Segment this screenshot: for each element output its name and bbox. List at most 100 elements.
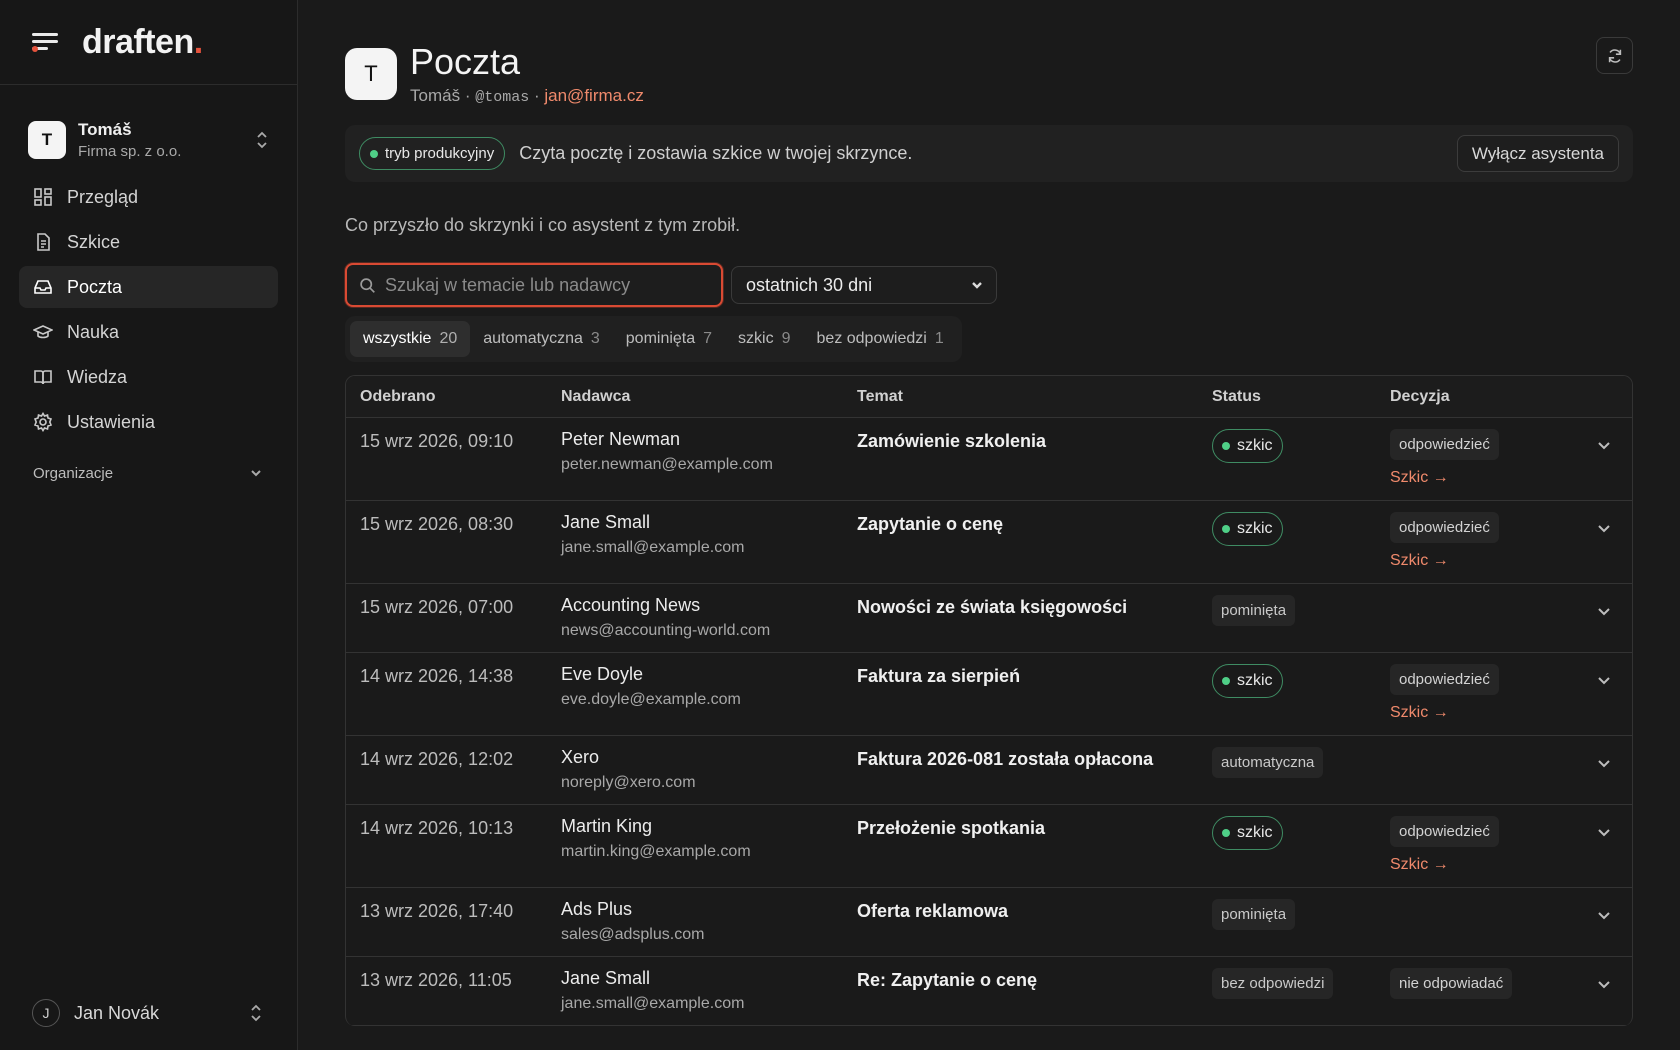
mail-table: Odebrano Nadawca Temat Status Decyzja 15…	[345, 375, 1633, 1026]
search-icon	[360, 277, 375, 293]
disable-assistant-button[interactable]: Wyłącz asystenta	[1456, 135, 1619, 172]
decision-badge: odpowiedzieć	[1390, 429, 1499, 460]
period-value: ostatnich 30 dni	[746, 274, 873, 295]
page-title: Poczta	[410, 41, 521, 82]
table-row[interactable]: 15 wrz 2026, 09:10 Peter Newman peter.ne…	[346, 418, 1632, 501]
subject: Oferta reklamowa	[857, 901, 1009, 921]
tab-automatyczna[interactable]: automatyczna 3	[470, 321, 613, 357]
tab-wszystkie[interactable]: wszystkie 20	[350, 321, 471, 357]
status-badge: pominięta	[1212, 899, 1296, 930]
refresh-icon	[1608, 48, 1621, 63]
table-row[interactable]: 13 wrz 2026, 17:40 Ads Plus sales@adsplu…	[346, 888, 1632, 957]
search-input[interactable]	[385, 274, 709, 296]
status-badge: szkic	[1212, 816, 1283, 850]
sidebar-item-label: Ustawienia	[67, 411, 156, 432]
chevron-down-icon[interactable]	[1596, 603, 1612, 619]
sidebar-item-nauka[interactable]: Nauka	[19, 311, 278, 353]
chevron-down-icon[interactable]	[1596, 437, 1612, 453]
sender-name: Ads Plus	[561, 899, 633, 919]
filters-bar: ostatnich 30 dni	[345, 263, 1633, 307]
received-date: 15 wrz 2026, 09:10	[360, 431, 514, 451]
status-badge: bez odpowiedzi	[1212, 968, 1334, 999]
table-header: Odebrano Nadawca Temat Status Decyzja	[346, 376, 1632, 418]
status-tabs: wszystkie 20 automatyczna 3 pominięta 7 szk…	[345, 316, 962, 362]
chevron-down-icon[interactable]	[1596, 976, 1612, 992]
received-date: 14 wrz 2026, 12:02	[360, 749, 514, 769]
sender-email: eve.doyle@example.com	[561, 691, 741, 708]
account-line: Tomáš · @tomas · jan@firma.cz	[410, 86, 644, 106]
logo[interactable]: draften.	[82, 23, 203, 62]
table-row[interactable]: 15 wrz 2026, 08:30 Jane Small jane.small…	[346, 501, 1632, 584]
draft-link[interactable]: Szkic →	[1390, 469, 1590, 487]
column-header-status[interactable]: Status	[1212, 388, 1390, 406]
chevron-down-icon[interactable]	[1596, 520, 1612, 536]
page-header: T Poczta Tomáš · @tomas · jan@firma.cz	[345, 42, 1633, 106]
column-header-received[interactable]: Odebrano	[346, 388, 561, 406]
decision-badge: odpowiedzieć	[1390, 816, 1499, 847]
org-avatar: T	[28, 121, 66, 159]
chevron-updown-icon	[257, 131, 267, 149]
book-icon	[34, 370, 52, 385]
sidebar-item-poczta[interactable]: Poczta	[19, 266, 278, 308]
sender-email: jane.small@example.com	[561, 995, 745, 1012]
gear-icon	[33, 412, 53, 432]
refresh-button[interactable]	[1596, 37, 1633, 74]
draft-link[interactable]: Szkic →	[1390, 704, 1590, 722]
draft-link[interactable]: Szkic →	[1390, 856, 1590, 874]
sidebar-item-szkice[interactable]: Szkice	[19, 221, 278, 263]
sidebar-item-label: Nauka	[67, 321, 120, 342]
sidebar-item-wiedza[interactable]: Wiedza	[19, 356, 278, 398]
status-badge: pominięta	[1212, 595, 1296, 626]
avatar: J	[32, 999, 60, 1027]
column-header-sender[interactable]: Nadawca	[561, 388, 857, 406]
sidebar-item-label: Poczta	[67, 276, 123, 297]
banner-text: Czyta pocztę i zostawia szkice w twojej …	[519, 143, 913, 163]
account-handle: @tomas	[475, 89, 530, 106]
sidebar-section-organizacje[interactable]: Organizacje	[0, 461, 297, 485]
document-icon	[37, 233, 50, 251]
column-header-subject[interactable]: Temat	[857, 388, 1212, 406]
received-date: 13 wrz 2026, 17:40	[360, 901, 514, 921]
table-row[interactable]: 14 wrz 2026, 10:13 Martin King martin.ki…	[346, 805, 1632, 888]
account-name: Tomáš	[410, 86, 461, 105]
received-date: 14 wrz 2026, 10:13	[360, 818, 514, 838]
chevron-down-icon[interactable]	[1596, 824, 1612, 840]
user-menu[interactable]: J Jan Novák	[32, 998, 263, 1028]
table-row[interactable]: 15 wrz 2026, 07:00 Accounting News news@…	[346, 584, 1632, 653]
chevron-down-icon	[251, 470, 261, 477]
table-row[interactable]: 14 wrz 2026, 12:02 Xero noreply@xero.com…	[346, 736, 1632, 805]
subject: Zamówienie szkolenia	[857, 431, 1047, 451]
chevron-down-icon[interactable]	[1596, 672, 1612, 688]
tab-szkic[interactable]: szkic 9	[725, 321, 803, 357]
period-select[interactable]: ostatnich 30 dni	[731, 266, 997, 304]
column-header-decision[interactable]: Decyzja	[1390, 388, 1590, 406]
account-email[interactable]: jan@firma.cz	[544, 86, 643, 105]
menu-icon[interactable]	[32, 31, 60, 53]
org-switcher[interactable]: T Tomáš Firma sp. z o.o.	[0, 118, 297, 162]
subject: Nowości ze świata księgowości	[857, 597, 1128, 617]
assistant-banner: tryb produkcyjny Czyta pocztę i zostawia…	[345, 125, 1633, 182]
table-row[interactable]: 13 wrz 2026, 11:05 Jane Small jane.small…	[346, 957, 1632, 1026]
received-date: 13 wrz 2026, 11:05	[360, 970, 512, 990]
intro-text: Co przyszło do skrzynki i co asystent z …	[345, 215, 741, 235]
sender-email: martin.king@example.com	[561, 843, 751, 860]
sidebar: draften. T Tomáš Firma sp. z o.o. Przegl…	[0, 0, 298, 1050]
org-user-name: Tomáš	[78, 120, 132, 139]
draft-link[interactable]: Szkic →	[1390, 552, 1590, 570]
decision-badge: odpowiedzieć	[1390, 512, 1499, 543]
app-root: draften. T Tomáš Firma sp. z o.o. Przegl…	[0, 0, 1680, 1050]
chevron-down-icon[interactable]	[1596, 907, 1612, 923]
tab-pominieta[interactable]: pominięta 7	[613, 321, 725, 357]
table-row[interactable]: 14 wrz 2026, 14:38 Eve Doyle eve.doyle@e…	[346, 653, 1632, 736]
subject: Przełożenie spotkania	[857, 818, 1046, 838]
mode-badge: tryb produkcyjny	[359, 137, 506, 170]
sidebar-item-ustawienia[interactable]: Ustawienia	[19, 401, 278, 443]
subject: Zapytanie o cenę	[857, 514, 1004, 534]
sidebar-item-przeglad[interactable]: Przegląd	[19, 176, 278, 218]
search-field[interactable]	[345, 263, 723, 307]
chevron-down-icon[interactable]	[1596, 755, 1612, 771]
received-date: 15 wrz 2026, 08:30	[360, 514, 514, 534]
tab-bez-odpowiedzi[interactable]: bez odpowiedzi 1	[804, 321, 957, 357]
sidebar-item-label: Wiedza	[67, 366, 128, 387]
sender-email: news@accounting-world.com	[561, 622, 771, 639]
